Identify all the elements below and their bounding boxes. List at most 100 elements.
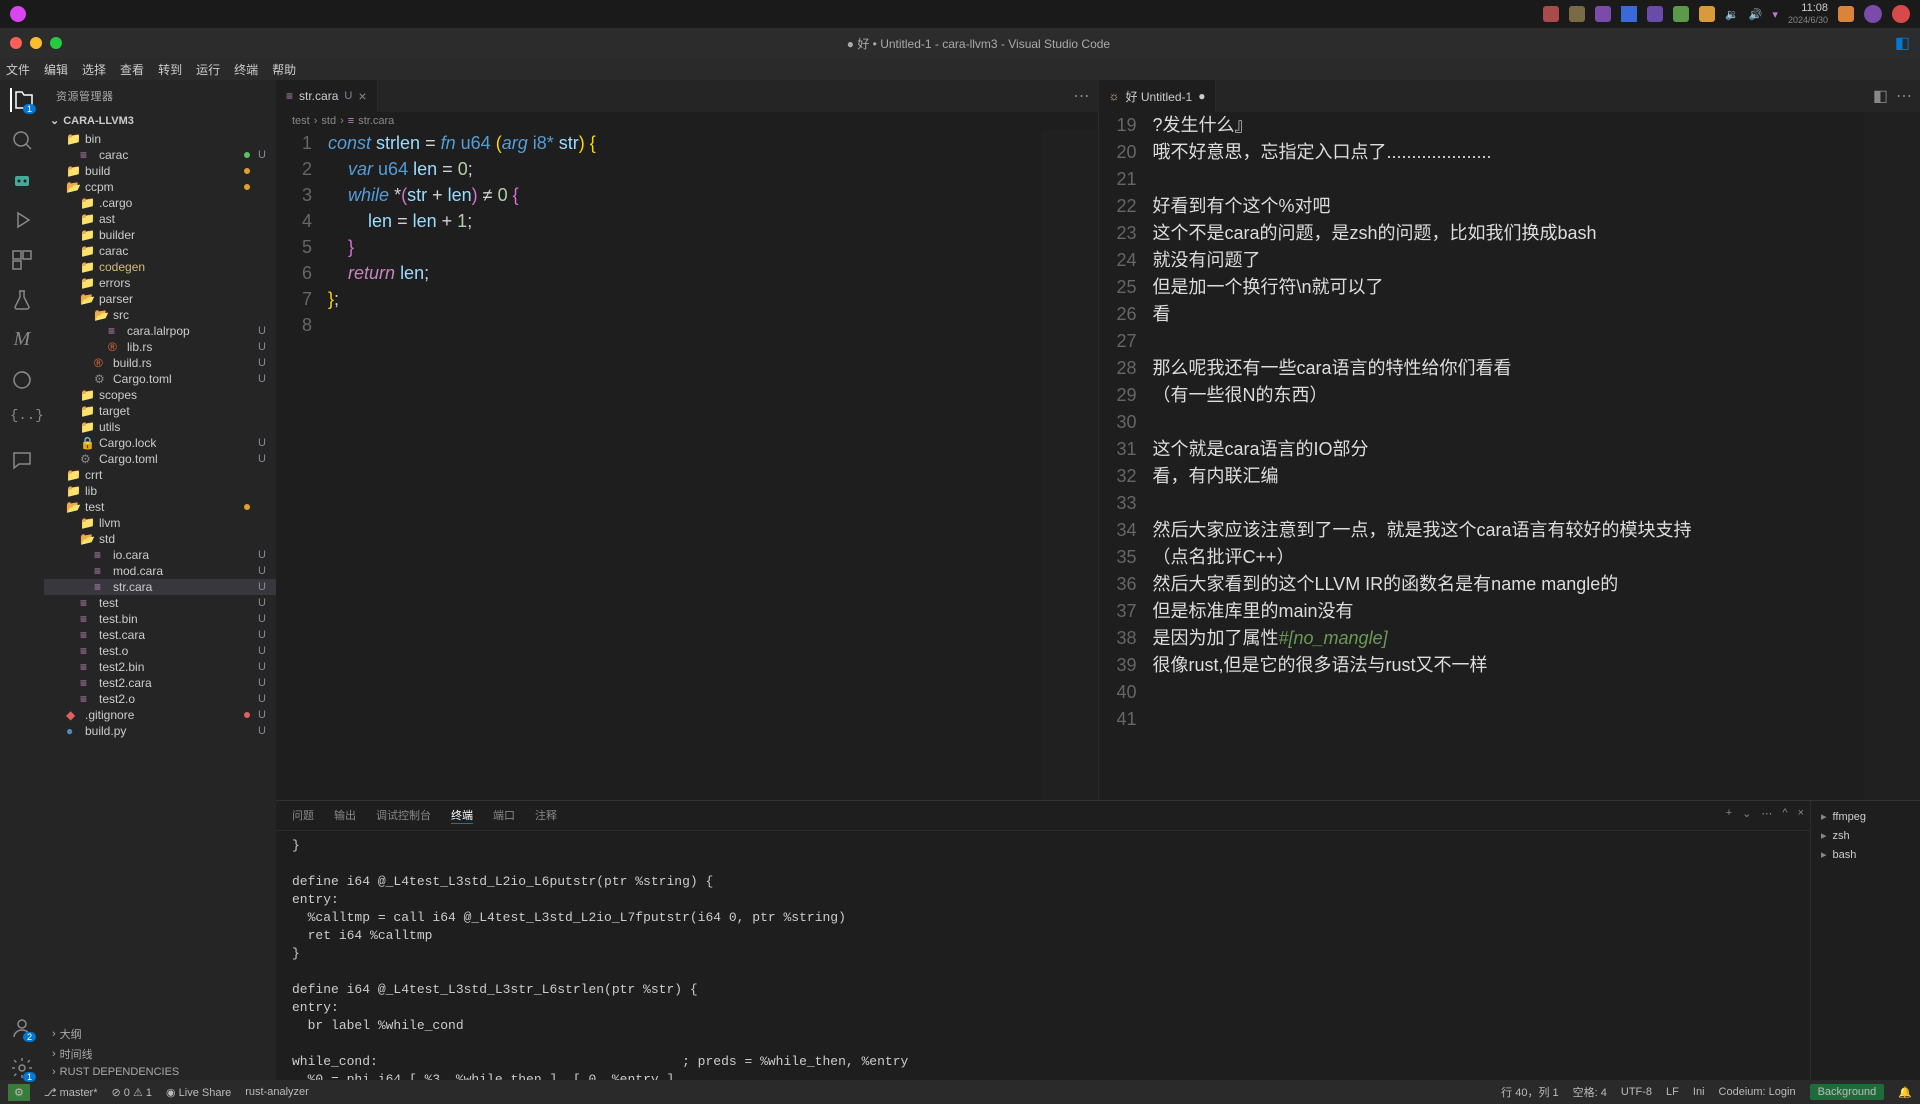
status-item[interactable]: rust-analyzer (245, 1086, 309, 1098)
tree-item-codegen[interactable]: 📁codegen (44, 259, 276, 275)
settings-gear-icon[interactable]: 1 (10, 1056, 34, 1080)
split-icon[interactable]: ◧ (1873, 86, 1888, 106)
tree-item-build[interactable]: 📁build (44, 163, 276, 179)
layout-icon[interactable]: ◧ (1895, 33, 1910, 53)
menu-帮助[interactable]: 帮助 (272, 61, 296, 78)
more-icon[interactable]: ⋯ (1896, 86, 1912, 106)
panel-tab-终端[interactable]: 终端 (451, 807, 473, 824)
menu-查看[interactable]: 查看 (120, 61, 144, 78)
terminal-output[interactable]: } define i64 @_L4test_L3std_L2io_L6putst… (276, 831, 1810, 1080)
minimap[interactable] (1864, 112, 1920, 800)
menu-运行[interactable]: 运行 (196, 61, 220, 78)
status-item[interactable]: Codeium: Login (1719, 1086, 1796, 1098)
terminal-zsh[interactable]: ▸zsh (1817, 826, 1914, 845)
tree-item-mod.cara[interactable]: ≡mod.caraU (44, 563, 276, 579)
sidebar-section-outline[interactable]: ›大纲 (44, 1024, 276, 1044)
tree-item-io.cara[interactable]: ≡io.caraU (44, 547, 276, 563)
menu-编辑[interactable]: 编辑 (44, 61, 68, 78)
braces-icon[interactable]: {..} (10, 408, 34, 432)
tree-item-lib[interactable]: 📁lib (44, 483, 276, 499)
panel-tab-问题[interactable]: 问题 (292, 807, 314, 824)
panel-tab-注释[interactable]: 注释 (535, 807, 557, 824)
more-icon[interactable]: ⋯ (1761, 807, 1772, 820)
bell-icon[interactable]: 🔔 (1898, 1086, 1912, 1099)
tree-item-utils[interactable]: 📁utils (44, 419, 276, 435)
tree-item-lib.rs[interactable]: ®lib.rsU (44, 339, 276, 355)
debug-icon[interactable] (10, 208, 34, 232)
tree-item-target[interactable]: 📁target (44, 403, 276, 419)
ai-icon[interactable] (10, 368, 34, 392)
sidebar-section-timeline[interactable]: ›时间线 (44, 1044, 276, 1064)
tree-item-carac[interactable]: ≡caracU (44, 147, 276, 163)
status-item[interactable]: Background (1810, 1084, 1885, 1100)
explorer-icon[interactable]: 1 (10, 88, 34, 112)
status-item[interactable]: ⎇ master* (44, 1086, 98, 1099)
comment-icon[interactable] (10, 448, 34, 472)
flask-icon[interactable] (10, 288, 34, 312)
menu-文件[interactable]: 文件 (6, 61, 30, 78)
tree-item-test2.cara[interactable]: ≡test2.caraU (44, 675, 276, 691)
app-menubar[interactable]: /*populated*/ 文件编辑选择查看转到运行终端帮助 (0, 58, 1920, 80)
panel-tab-端口[interactable]: 端口 (493, 807, 515, 824)
close-icon[interactable]: × (358, 88, 366, 104)
tree-item-Cargo.toml[interactable]: ⚙Cargo.tomlU (44, 451, 276, 467)
terminal-bash[interactable]: ▸bash (1817, 845, 1914, 864)
more-icon[interactable]: ⋯ (1074, 86, 1090, 106)
terminal-ffmpeg[interactable]: ▸ffmpeg (1817, 807, 1914, 826)
code-editor-left[interactable]: 12345678 const strlen = fn u64 (arg i8* … (276, 130, 1098, 800)
tray-icon[interactable] (1864, 5, 1882, 23)
remote-button[interactable]: ⚙ (8, 1084, 30, 1101)
tab-str-cara[interactable]: ≡ str.cara U × (276, 80, 378, 112)
project-root[interactable]: ⌄ CARA-LLVM3 (44, 112, 276, 129)
tree-item-llvm[interactable]: 📁llvm (44, 515, 276, 531)
status-item[interactable]: LF (1666, 1086, 1679, 1098)
panel-tab-输出[interactable]: 输出 (334, 807, 356, 824)
tray-icon[interactable] (1838, 6, 1854, 22)
tree-item-build.py[interactable]: ●build.pyU (44, 723, 276, 739)
tree-item-builder[interactable]: 📁builder (44, 227, 276, 243)
tree-item-test.bin[interactable]: ≡test.binU (44, 611, 276, 627)
volume-icon[interactable]: 🔉 (1725, 8, 1739, 21)
tree-item-crrt[interactable]: 📁crrt (44, 467, 276, 483)
code-editor-right[interactable]: 1920212223242526272829303132333435363738… (1099, 112, 1920, 800)
breadcrumb[interactable]: test std ≡ str.cara (276, 112, 1098, 130)
tree-item-errors[interactable]: 📁errors (44, 275, 276, 291)
window-controls[interactable] (10, 37, 62, 49)
tray-icon[interactable] (1699, 6, 1715, 22)
tree-item-test[interactable]: ≡testU (44, 595, 276, 611)
tree-item-src[interactable]: 📂src (44, 307, 276, 323)
tree-item-parser[interactable]: 📂parser (44, 291, 276, 307)
tree-item-test2.o[interactable]: ≡test2.oU (44, 691, 276, 707)
tree-item-bin[interactable]: 📁bin (44, 131, 276, 147)
status-item[interactable]: ◉ Live Share (166, 1086, 231, 1099)
chevron-down-icon[interactable]: ⌄ (1742, 807, 1751, 820)
os-logo-icon[interactable] (10, 6, 26, 22)
tray-icon[interactable] (1595, 6, 1611, 22)
new-terminal-icon[interactable]: + (1726, 807, 1732, 820)
tree-item-carac[interactable]: 📁carac (44, 243, 276, 259)
tree-item-test.o[interactable]: ≡test.oU (44, 643, 276, 659)
tab-untitled[interactable]: ☼ 好 Untitled-1 ● (1099, 80, 1217, 112)
tree-item-scopes[interactable]: 📁scopes (44, 387, 276, 403)
tray-icon[interactable] (1673, 6, 1689, 22)
tree-item-ccpm[interactable]: 📂ccpm (44, 179, 276, 195)
tree-item-Cargo.toml[interactable]: ⚙Cargo.tomlU (44, 371, 276, 387)
tray-icon[interactable] (1892, 5, 1910, 23)
maximize-panel-icon[interactable]: ^ (1782, 807, 1787, 820)
status-item[interactable]: UTF-8 (1621, 1086, 1652, 1098)
volume-icon[interactable]: 🔊 (1749, 8, 1763, 21)
menu-选择[interactable]: 选择 (82, 61, 106, 78)
monitor-icon[interactable]: M (10, 328, 34, 352)
sidebar-section-rust-deps[interactable]: ›RUST DEPENDENCIES (44, 1064, 276, 1080)
status-item[interactable]: 行 40，列 1 (1501, 1084, 1558, 1100)
menu-终端[interactable]: 终端 (234, 61, 258, 78)
location-icon[interactable]: ▾ (1772, 8, 1778, 21)
tree-item-test.cara[interactable]: ≡test.caraU (44, 627, 276, 643)
robot-icon[interactable] (10, 168, 34, 192)
account-icon[interactable]: 2 (10, 1016, 34, 1040)
menu-转到[interactable]: 转到 (158, 61, 182, 78)
tray-icon[interactable] (1569, 6, 1585, 22)
tree-item-test2.bin[interactable]: ≡test2.binU (44, 659, 276, 675)
tray-icon[interactable] (1543, 6, 1559, 22)
tree-item-std[interactable]: 📂std (44, 531, 276, 547)
